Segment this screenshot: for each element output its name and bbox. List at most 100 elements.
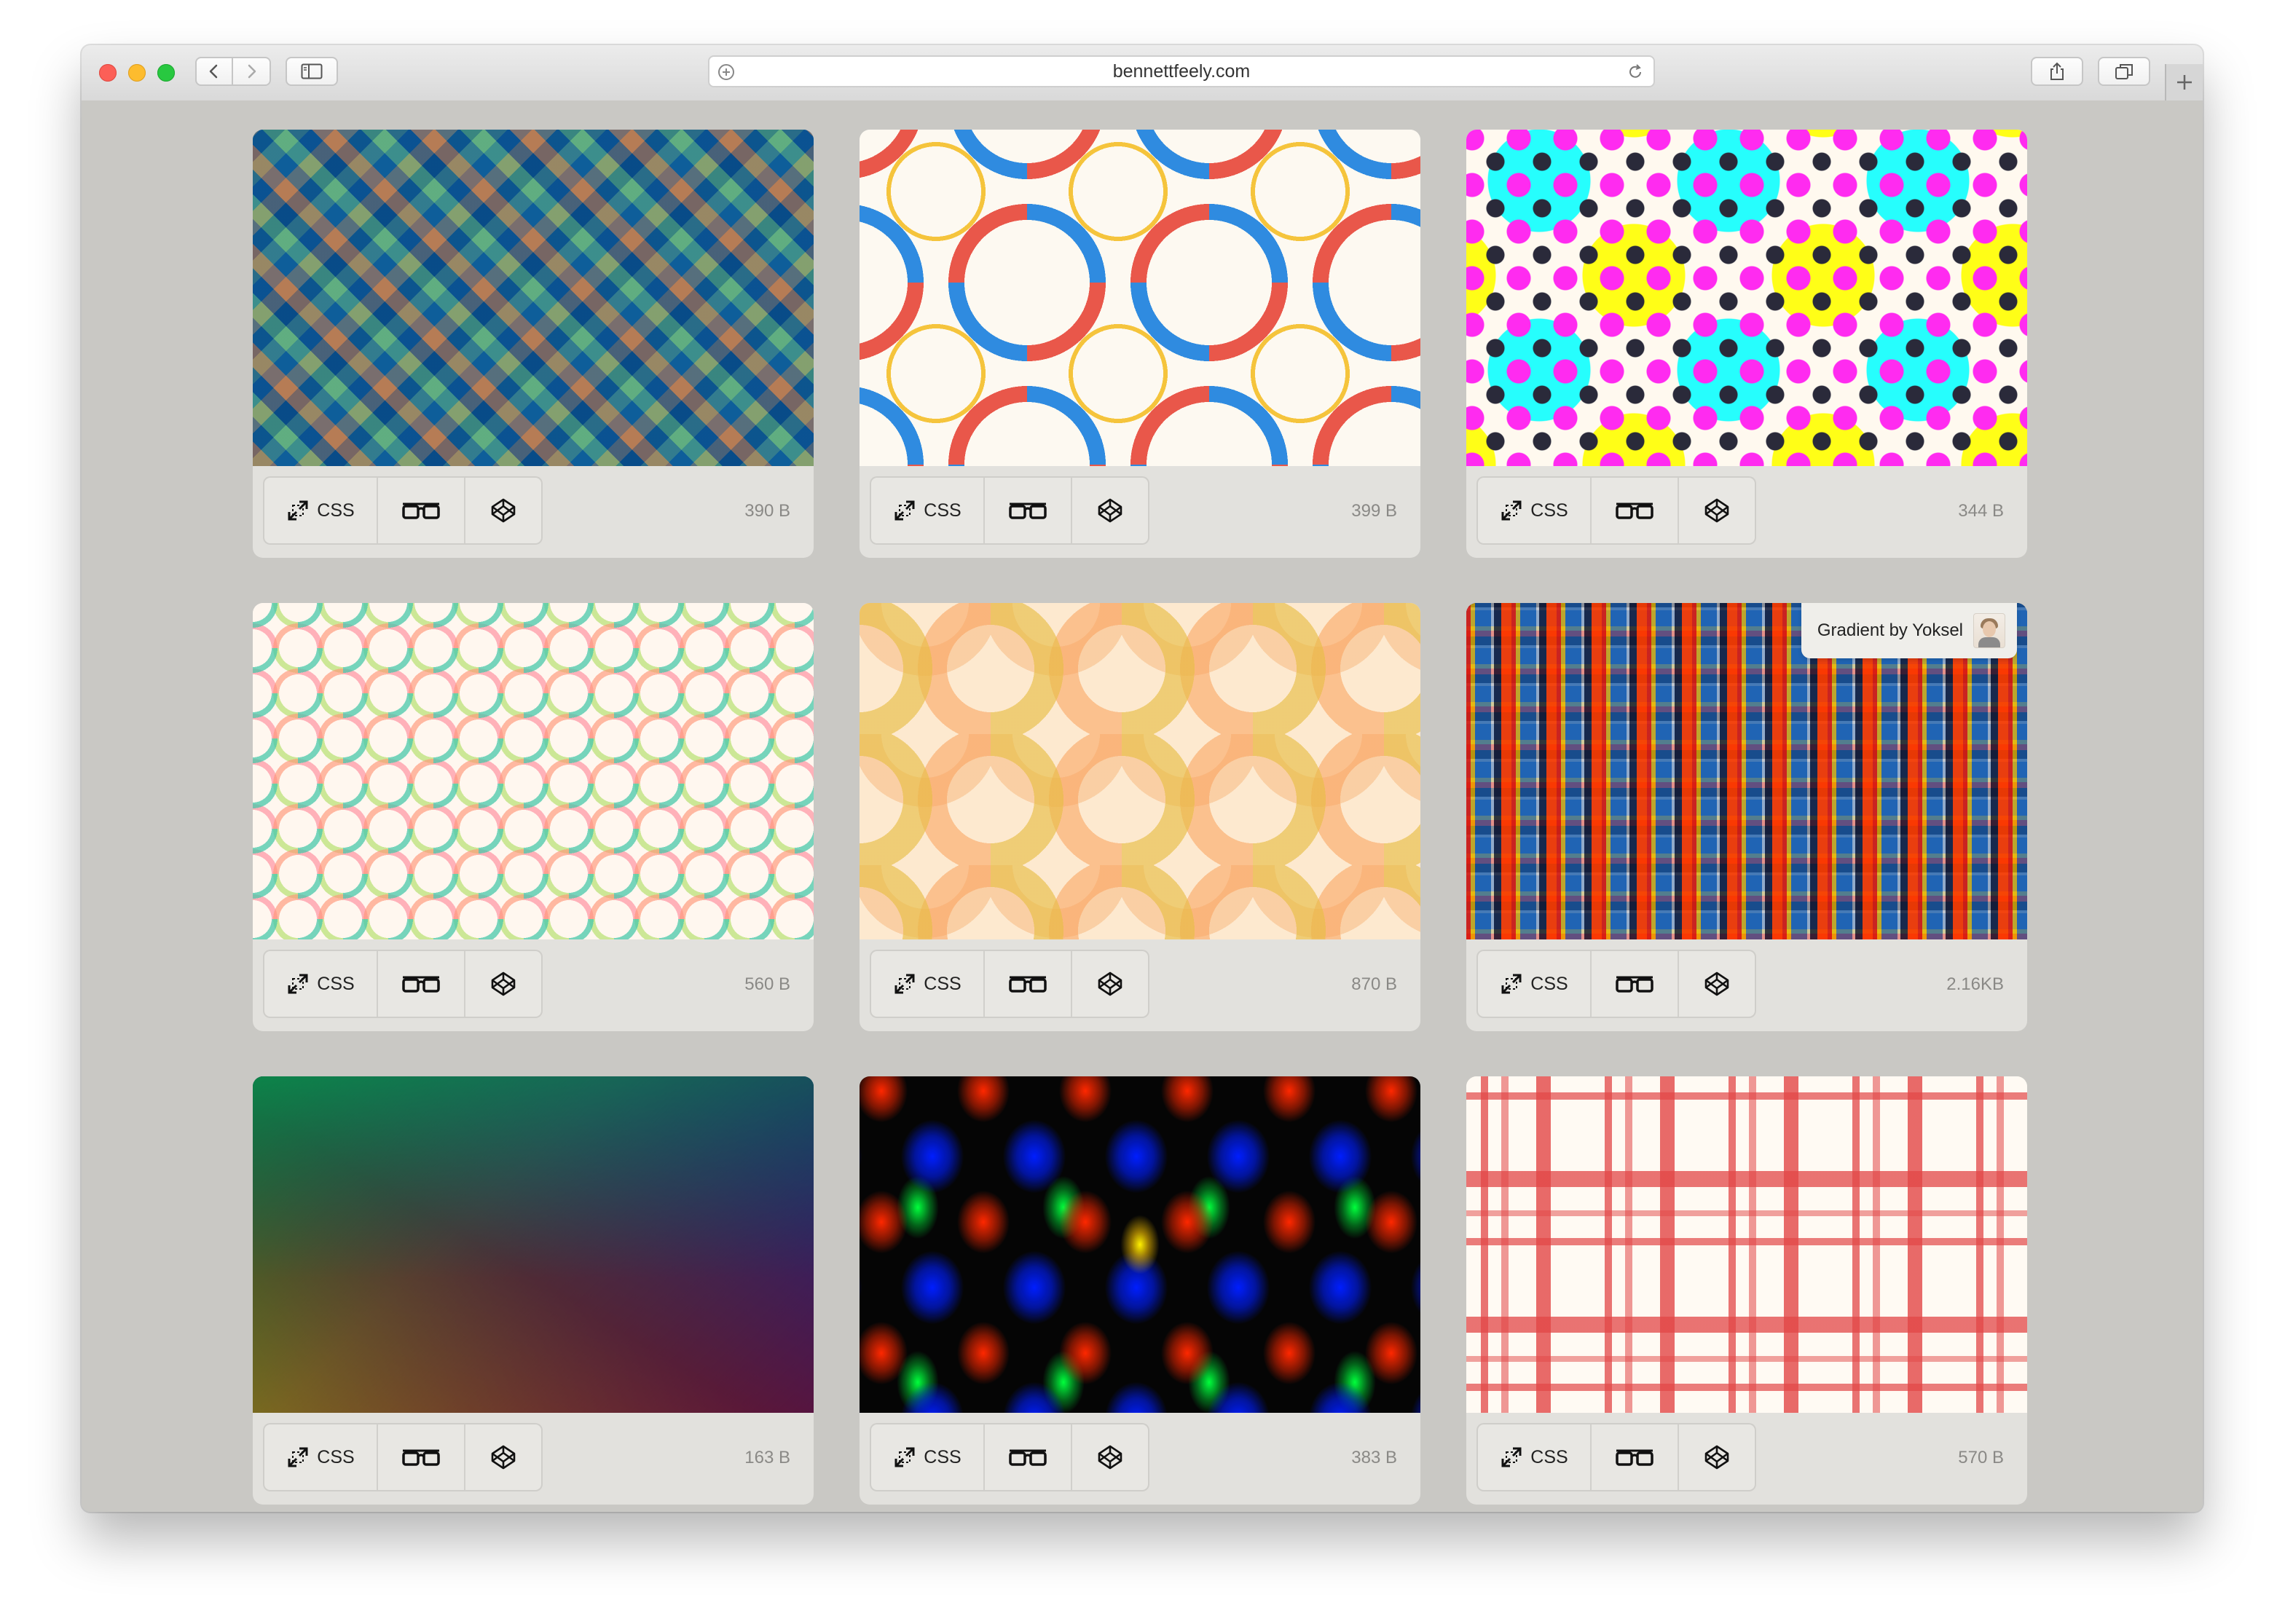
back-button[interactable]: [195, 57, 233, 86]
preview-button[interactable]: [985, 1424, 1072, 1490]
new-tab-button[interactable]: [2165, 64, 2203, 100]
minimize-window-button[interactable]: [128, 64, 146, 82]
glasses-icon: [1009, 976, 1047, 993]
card-toolbar: CSS 399 B: [860, 466, 1420, 558]
view-css-button[interactable]: CSS: [871, 1424, 985, 1490]
preview-button[interactable]: [985, 951, 1072, 1017]
browser-toolbar: bennettfeely.com: [82, 45, 2203, 102]
card-actions: CSS: [871, 951, 1148, 1017]
zoom-window-button[interactable]: [157, 64, 175, 82]
css-label: CSS: [317, 973, 355, 994]
card-toolbar: CSS 344 B: [1466, 466, 2027, 558]
codepen-icon: [1098, 971, 1122, 996]
tabs-icon: [2115, 64, 2133, 79]
codepen-icon: [1098, 498, 1122, 523]
glasses-icon: [1009, 502, 1047, 519]
css-label: CSS: [924, 973, 961, 994]
view-css-button[interactable]: CSS: [1478, 1424, 1592, 1490]
card-toolbar: CSS 2.16KB: [1466, 939, 2027, 1031]
codepen-button[interactable]: [465, 1424, 541, 1490]
view-css-button[interactable]: CSS: [871, 478, 985, 543]
preview-button[interactable]: [378, 951, 465, 1017]
gradient-preview[interactable]: [253, 130, 814, 466]
preview-button[interactable]: [378, 478, 465, 543]
preview-button[interactable]: [1592, 1424, 1679, 1490]
css-label: CSS: [317, 500, 355, 521]
card-actions: CSS: [264, 478, 541, 543]
show-tabs-button[interactable]: [2098, 57, 2150, 86]
codepen-button[interactable]: [465, 478, 541, 543]
glasses-icon: [402, 976, 440, 993]
codepen-button[interactable]: [1679, 1424, 1755, 1490]
view-css-button[interactable]: CSS: [264, 1424, 378, 1490]
gradient-preview[interactable]: [253, 603, 814, 939]
codepen-button[interactable]: [465, 951, 541, 1017]
card-toolbar: CSS 870 B: [860, 939, 1420, 1031]
card-toolbar: CSS 560 B: [253, 939, 814, 1031]
file-size: 2.16KB: [1946, 974, 2004, 994]
expand-icon: [894, 1447, 915, 1467]
glasses-icon: [1009, 1449, 1047, 1466]
css-label: CSS: [317, 1446, 355, 1467]
card-toolbar: CSS 390 B: [253, 466, 814, 558]
glasses-icon: [1616, 1449, 1653, 1466]
expand-icon: [1501, 1447, 1522, 1467]
gradient-preview[interactable]: [1466, 130, 2027, 466]
gradient-card: CSS 383 B: [860, 1076, 1420, 1505]
file-size: 870 B: [1351, 974, 1397, 994]
page-content: CSS 390 B CSS 399 B CSS 344 B CSS 560 B CSS 870 B…: [82, 100, 2203, 1512]
expand-icon: [894, 500, 915, 521]
card-toolbar: CSS 570 B: [1466, 1413, 2027, 1505]
browser-window: bennettfeely.com CSS 390 B CSS 399 B CSS 344 …: [82, 45, 2203, 1512]
gradient-card: Gradient by Yoksel CSS 2.16KB: [1466, 603, 2027, 1031]
url-text: bennettfeely.com: [1112, 60, 1251, 82]
close-window-button[interactable]: [99, 64, 117, 82]
forward-button[interactable]: [233, 57, 271, 86]
codepen-icon: [1098, 1445, 1122, 1470]
chevron-right-icon: [248, 64, 256, 79]
view-css-button[interactable]: CSS: [1478, 478, 1592, 543]
gradient-card: CSS 163 B: [253, 1076, 814, 1505]
address-bar[interactable]: bennettfeely.com: [708, 55, 1655, 87]
expand-icon: [894, 974, 915, 994]
file-size: 390 B: [744, 501, 790, 521]
css-label: CSS: [924, 1446, 961, 1467]
gradient-preview[interactable]: [253, 1076, 814, 1413]
preview-button[interactable]: [1592, 478, 1679, 543]
author-credit[interactable]: Gradient by Yoksel: [1801, 603, 2017, 658]
view-css-button[interactable]: CSS: [264, 478, 378, 543]
file-size: 570 B: [1958, 1448, 2004, 1467]
glasses-icon: [402, 1449, 440, 1466]
codepen-button[interactable]: [1072, 478, 1148, 543]
preview-button[interactable]: [378, 1424, 465, 1490]
css-label: CSS: [1530, 500, 1568, 521]
gradient-preview[interactable]: [860, 130, 1420, 466]
expand-icon: [288, 500, 308, 521]
codepen-button[interactable]: [1072, 1424, 1148, 1490]
view-css-button[interactable]: CSS: [264, 951, 378, 1017]
file-size: 399 B: [1351, 501, 1397, 521]
codepen-icon: [1704, 1445, 1729, 1470]
preview-button[interactable]: [985, 478, 1072, 543]
gradient-card: CSS 560 B: [253, 603, 814, 1031]
preview-button[interactable]: [1592, 951, 1679, 1017]
gradient-preview[interactable]: [860, 603, 1420, 939]
view-css-button[interactable]: CSS: [1478, 951, 1592, 1017]
codepen-icon: [491, 498, 516, 523]
card-actions: CSS: [871, 1424, 1148, 1490]
card-actions: CSS: [871, 478, 1148, 543]
expand-icon: [288, 1447, 308, 1467]
gradient-preview[interactable]: [1466, 1076, 2027, 1413]
card-actions: CSS: [1478, 478, 1755, 543]
reload-icon[interactable]: [1624, 61, 1646, 83]
gradient-preview[interactable]: [860, 1076, 1420, 1413]
card-toolbar: CSS 163 B: [253, 1413, 814, 1505]
codepen-button[interactable]: [1072, 951, 1148, 1017]
sidebar-toggle-button[interactable]: [286, 57, 338, 86]
share-button[interactable]: [2031, 57, 2083, 86]
codepen-button[interactable]: [1679, 478, 1755, 543]
card-actions: CSS: [264, 951, 541, 1017]
view-css-button[interactable]: CSS: [871, 951, 985, 1017]
codepen-button[interactable]: [1679, 951, 1755, 1017]
file-size: 344 B: [1958, 501, 2004, 521]
